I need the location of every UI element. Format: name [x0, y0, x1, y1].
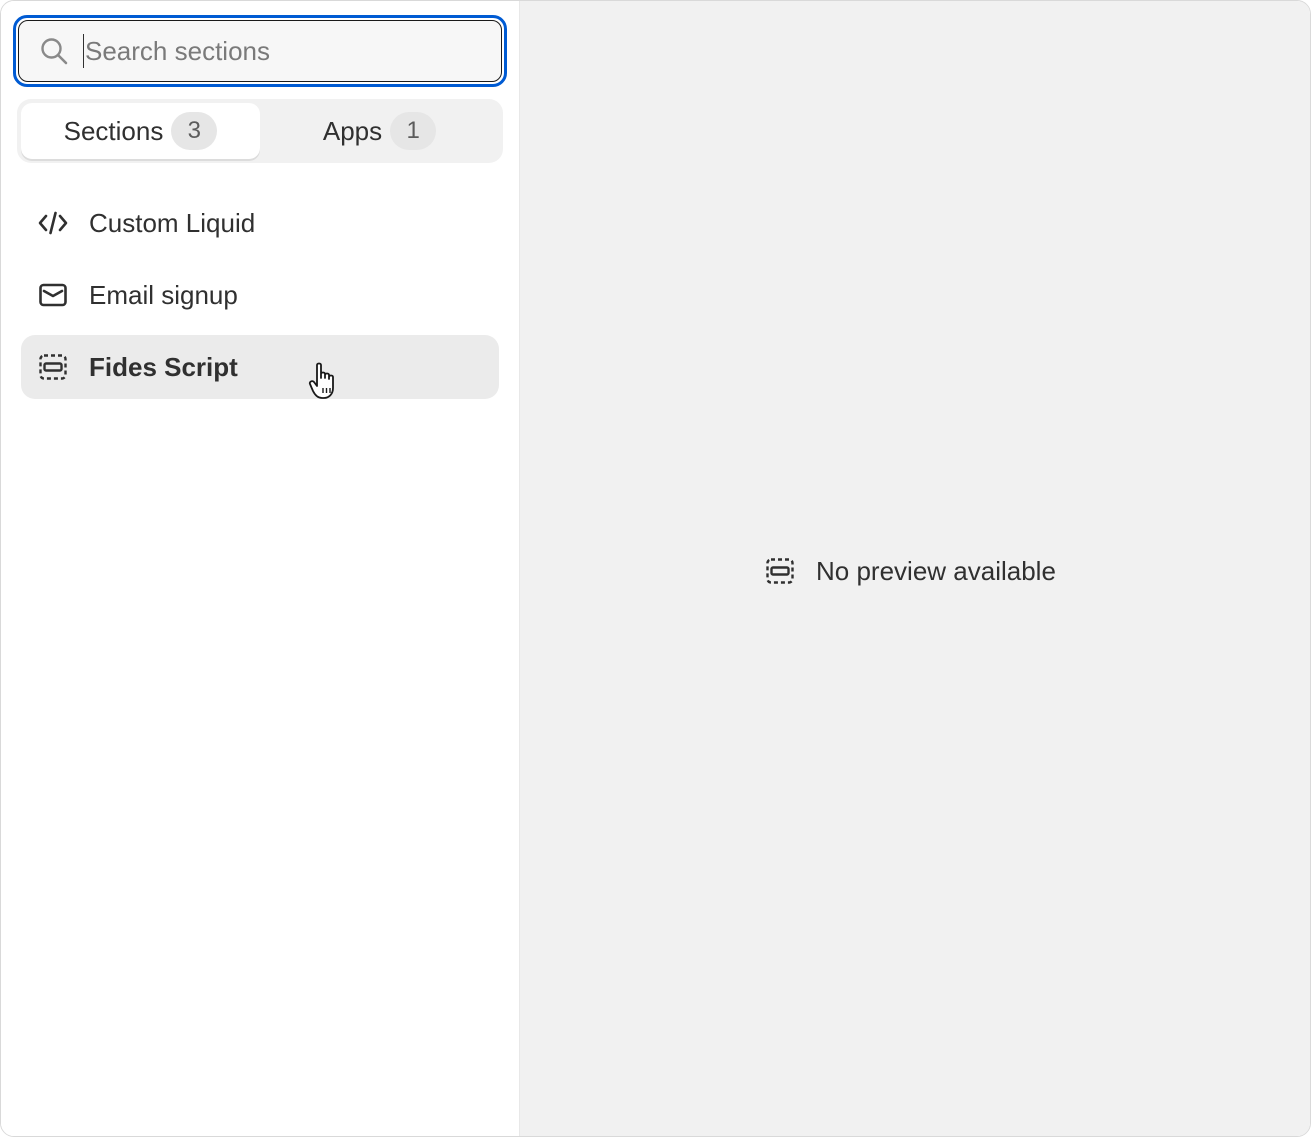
tab-apps-label: Apps	[322, 115, 383, 146]
tab-sections-count: 3	[171, 112, 218, 150]
search-box[interactable]	[13, 15, 507, 87]
section-item-email-signup[interactable]: Email signup	[21, 263, 499, 327]
tab-apps[interactable]: Apps 1	[260, 103, 499, 159]
search-icon	[41, 38, 68, 65]
section-placeholder-icon	[39, 354, 67, 380]
section-item-label: Custom Liquid	[89, 207, 256, 238]
empty-preview: No preview available	[764, 555, 1056, 587]
search-field[interactable]	[18, 20, 502, 82]
section-item-label: Email signup	[89, 279, 238, 310]
section-item-custom-liquid[interactable]: Custom Liquid	[21, 191, 499, 255]
search-input[interactable]	[83, 34, 467, 68]
tab-sections-label: Sections	[63, 115, 164, 146]
code-icon	[38, 211, 68, 235]
section-item-label: Fides Script	[89, 351, 238, 382]
tab-apps-count: 1	[390, 112, 437, 150]
hand-pointer-cursor-icon	[308, 362, 334, 399]
preview-pane: No preview available	[520, 1, 1310, 1136]
tab-bar: Sections 3 Apps 1	[17, 99, 503, 163]
email-icon	[39, 283, 67, 307]
section-list: Custom Liquid Email signup Fides Script	[21, 191, 499, 407]
empty-preview-text: No preview available	[816, 555, 1056, 586]
sidebar: Sections 3 Apps 1 Custom Liquid	[1, 1, 520, 1136]
section-picker-window: Sections 3 Apps 1 Custom Liquid	[0, 0, 1311, 1137]
section-item-fides-script[interactable]: Fides Script	[21, 335, 499, 399]
tab-sections[interactable]: Sections 3	[21, 103, 260, 159]
section-placeholder-icon	[766, 558, 794, 584]
